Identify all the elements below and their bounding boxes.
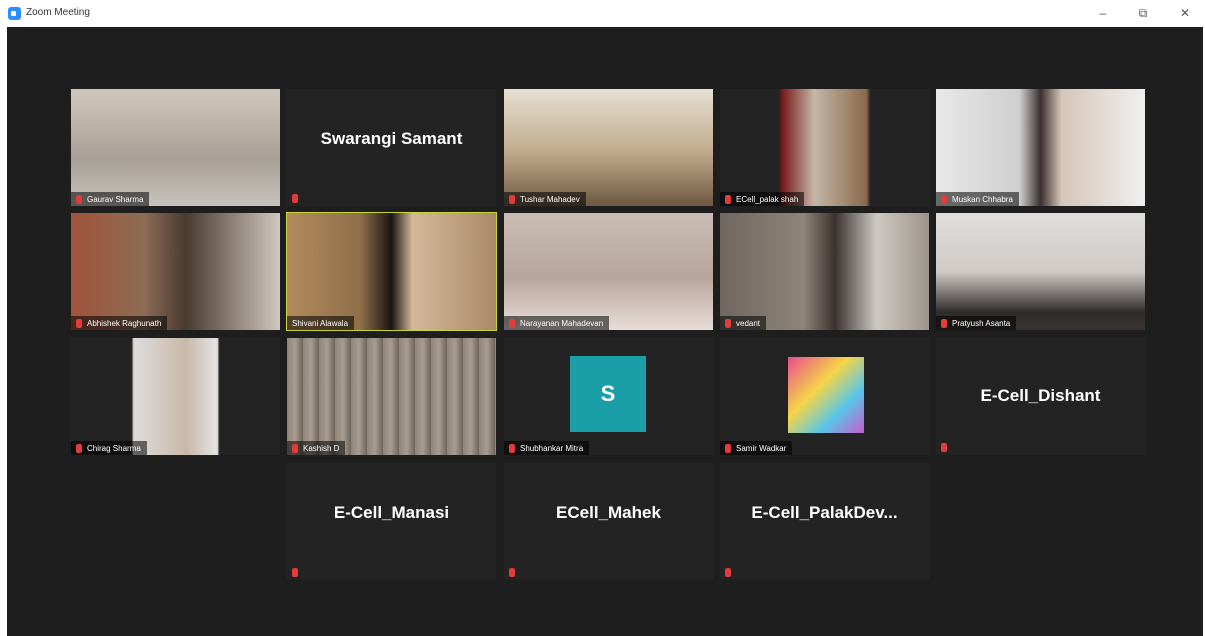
participant-tile[interactable]: E-Cell_Dishant (936, 338, 1145, 455)
mic-muted-icon (76, 318, 82, 328)
participant-display-name: ECell_Mahek (556, 503, 661, 522)
video-feed (936, 89, 1145, 206)
participant-tile[interactable]: E-Cell_PalakDev... (720, 463, 929, 580)
close-button[interactable]: ✕ (1170, 4, 1200, 22)
mic-muted-icon (509, 443, 515, 453)
participant-name-bar: Gaurav Sharma (71, 192, 150, 206)
video-feed (287, 338, 496, 455)
mic-muted-icon (292, 443, 298, 453)
mic-muted-icon (725, 443, 731, 453)
mic-muted-icon (292, 194, 298, 203)
participant-tile[interactable]: Kashish D (287, 338, 496, 455)
mic-muted-icon (76, 443, 82, 453)
participant-name-bar: Pratyush Asanta (936, 316, 1017, 330)
participant-tile[interactable]: vedant (720, 213, 929, 330)
participant-tile[interactable]: Narayanan Mahadevan (504, 213, 713, 330)
gallery-view: Gaurav Sharma Swarangi Samant Tushar Mah… (7, 27, 1203, 636)
participant-name-bar: Chirag Sharma (71, 441, 147, 455)
participant-name-bar: Muskan Chhabra (936, 192, 1019, 206)
participant-name-bar: Kashish D (287, 441, 346, 455)
participant-name-bar: Tushar Mahadev (504, 192, 586, 206)
mic-muted-icon (76, 194, 82, 204)
participant-name: Narayanan Mahadevan (520, 318, 604, 328)
mic-muted-icon (725, 568, 731, 577)
participant-name-bar: ECell_palak shah (720, 192, 805, 206)
participant-tile[interactable]: Muskan Chhabra (936, 89, 1145, 206)
zoom-app-icon (8, 7, 21, 20)
participant-display-name: E-Cell_PalakDev... (751, 503, 898, 522)
participant-name: Abhishek Raghunath (87, 318, 162, 328)
participant-tile[interactable]: Samir Wadkar (720, 338, 929, 455)
mic-muted-icon (941, 318, 947, 328)
participant-name: Samir Wadkar (736, 443, 787, 453)
participant-tile[interactable]: ECell_Mahek (504, 463, 713, 580)
maximize-button[interactable]: ⧉ (1128, 4, 1158, 22)
participant-name-bar: Abhishek Raghunath (71, 316, 168, 330)
video-feed (720, 89, 929, 206)
video-feed (936, 213, 1145, 330)
participant-display-name: Swarangi Samant (320, 129, 463, 148)
participant-tile[interactable]: Pratyush Asanta (936, 213, 1145, 330)
video-feed (720, 213, 929, 330)
participant-name-bar: Narayanan Mahadevan (504, 316, 610, 330)
participant-name: Chirag Sharma (87, 443, 141, 453)
participant-name: vedant (736, 318, 761, 328)
video-feed (71, 338, 280, 455)
mic-muted-icon (725, 318, 731, 328)
participant-tile-active-speaker[interactable]: Shivani Alawala (286, 212, 497, 331)
participant-name-bar: Shivani Alawala (287, 316, 355, 330)
participant-name-bar: Shubhankar Mitra (504, 441, 590, 455)
participant-name: Gaurav Sharma (87, 194, 144, 204)
participant-name: Shivani Alawala (292, 318, 349, 328)
minimize-button[interactable]: – (1088, 4, 1118, 22)
participant-tile[interactable]: Gaurav Sharma (71, 89, 280, 206)
mic-muted-icon (509, 318, 515, 328)
participant-tile[interactable]: E-Cell_Manasi (287, 463, 496, 580)
mic-muted-icon (725, 194, 731, 204)
video-feed (71, 213, 280, 330)
participant-name-bar: vedant (720, 316, 767, 330)
participant-name-bar: Samir Wadkar (720, 441, 793, 455)
participant-avatar: S (570, 356, 646, 432)
participant-tile[interactable]: Swarangi Samant (287, 89, 496, 206)
participant-tile[interactable]: ECell_palak shah (720, 89, 929, 206)
participant-name: Shubhankar Mitra (520, 443, 584, 453)
mic-muted-icon (509, 194, 515, 204)
video-feed (504, 89, 713, 206)
participant-display-name: E-Cell_Manasi (333, 503, 450, 522)
participant-tile[interactable]: Tushar Mahadev (504, 89, 713, 206)
mic-muted-icon (941, 194, 947, 204)
participant-name: Tushar Mahadev (520, 194, 580, 204)
participant-tile[interactable]: Abhishek Raghunath (71, 213, 280, 330)
window-title: Zoom Meeting (26, 7, 90, 18)
participant-name: ECell_palak shah (736, 194, 799, 204)
video-feed (287, 213, 496, 330)
participant-tile[interactable]: S Shubhankar Mitra (504, 338, 713, 455)
participant-name: Muskan Chhabra (952, 194, 1013, 204)
participant-name: Pratyush Asanta (952, 318, 1011, 328)
video-feed (504, 213, 713, 330)
profile-picture (788, 357, 864, 433)
participant-tile[interactable]: Chirag Sharma (71, 338, 280, 455)
video-feed (71, 89, 280, 206)
participant-name: Kashish D (303, 443, 340, 453)
mic-muted-icon (941, 443, 947, 452)
participant-display-name: E-Cell_Dishant (980, 386, 1101, 405)
mic-muted-icon (292, 568, 298, 577)
title-bar: Zoom Meeting – ⧉ ✕ (0, 0, 1205, 26)
mic-muted-icon (509, 568, 515, 577)
